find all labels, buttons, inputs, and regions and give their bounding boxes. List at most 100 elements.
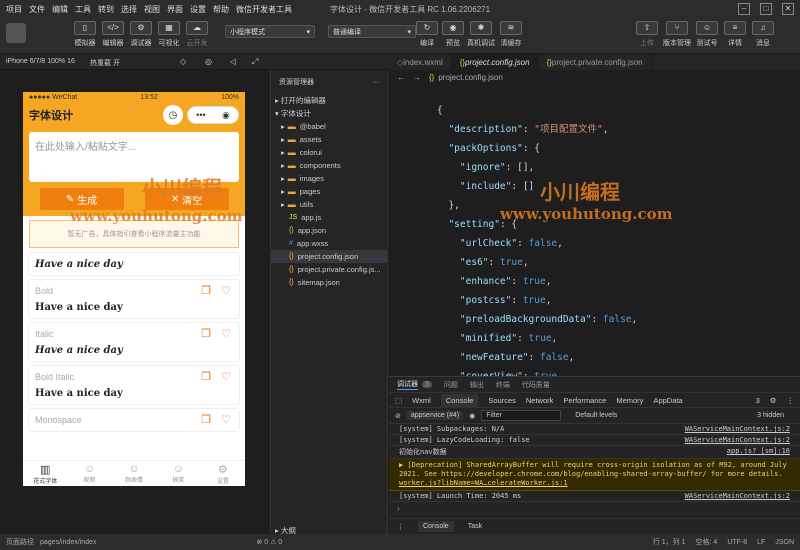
panel-tab[interactable]: Memory: [616, 396, 643, 405]
menu-item[interactable]: 编辑: [52, 4, 68, 15]
heart-icon[interactable]: ♡: [221, 413, 231, 426]
error-count[interactable]: ⊗ 0 ⚠ 0: [256, 538, 282, 546]
console-prompt[interactable]: ›: [389, 502, 800, 515]
panel-tab[interactable]: Wxml: [412, 396, 431, 405]
menu-item[interactable]: 微信开发者工具: [236, 4, 292, 15]
menu-item[interactable]: 界面: [167, 4, 183, 15]
devtools-tab[interactable]: 问题: [444, 380, 458, 390]
preview-button[interactable]: ◉ 预览: [440, 21, 466, 48]
drawer-menu-icon[interactable]: ⋮: [397, 523, 404, 531]
clear-cache-button[interactable]: ≋ 清缓存: [498, 21, 524, 48]
file-item[interactable]: {} project.config.json: [271, 250, 387, 263]
file-item[interactable]: ▸ ▬ @babel: [271, 120, 387, 133]
devtools-tab[interactable]: 代码质量: [522, 380, 550, 390]
visual-button[interactable]: ▦ 可视化: [156, 21, 182, 48]
tab-2[interactable]: ☺ 颜表情: [112, 461, 156, 486]
menu-item[interactable]: 视图: [144, 4, 160, 15]
panel-tab[interactable]: Performance: [563, 396, 606, 405]
levels-select[interactable]: Default levels: [575, 412, 617, 419]
menu-item[interactable]: 选择: [121, 4, 137, 15]
tab-4[interactable]: ⚙ 设置: [201, 461, 245, 486]
panel-tab[interactable]: Sources: [488, 396, 516, 405]
eye-icon[interactable]: ◉: [469, 412, 475, 420]
copy-icon[interactable]: ❐: [201, 370, 211, 383]
heart-icon[interactable]: ♡: [221, 327, 231, 340]
version-button[interactable]: ⑂ 版本管理: [663, 21, 691, 48]
detail-button[interactable]: ≡ 详情: [722, 21, 748, 48]
clear-console-icon[interactable]: ⊘: [395, 412, 401, 420]
file-item[interactable]: # app.wxss: [271, 237, 387, 250]
log-source-link[interactable]: app.js? [sm]:16: [727, 447, 790, 457]
menu-item[interactable]: 工具: [75, 4, 91, 15]
rotate-icon[interactable]: ◇: [180, 57, 186, 66]
file-item[interactable]: ▸ ▬ images: [271, 172, 387, 185]
cloud-button[interactable]: ☁ 云开发: [184, 21, 210, 48]
compile-button[interactable]: ↻ 编译: [414, 21, 440, 48]
tab-project-config-json[interactable]: {} project.config.json: [451, 55, 539, 70]
file-item[interactable]: {} sitemap.json: [271, 276, 387, 289]
simulator-button[interactable]: ▯ 模拟器: [72, 21, 98, 48]
file-item[interactable]: ▸ ▬ utils: [271, 198, 387, 211]
drawer-tab[interactable]: Task: [468, 523, 482, 530]
project-folder[interactable]: ▾ 字体设计: [271, 107, 387, 120]
devtools-tab[interactable]: 输出: [470, 380, 484, 390]
editor-button[interactable]: </> 编辑器: [100, 21, 126, 48]
copy-icon[interactable]: ❐: [201, 413, 211, 426]
more-icon[interactable]: ⋮: [787, 396, 795, 405]
debugger-button[interactable]: ⚙ 调试器: [128, 21, 154, 48]
minimize-icon[interactable]: –: [738, 3, 750, 15]
mode-select[interactable]: 小程序模式 ▾: [225, 25, 315, 38]
message-button[interactable]: ♫ 消息: [750, 21, 776, 48]
clock-icon[interactable]: ◷: [163, 105, 183, 125]
warning-source-link[interactable]: worker.js?libName=WA…celerateWorker.js:1: [399, 479, 568, 487]
devtools-tab[interactable]: 终端: [496, 380, 510, 390]
hotreload-toggle[interactable]: 热重载 开: [90, 58, 120, 68]
panel-tab[interactable]: AppData: [653, 396, 682, 405]
test-account-button[interactable]: ☺ 测试号: [694, 21, 720, 48]
upload-button[interactable]: ⇧ 上传: [634, 21, 660, 48]
menu-item[interactable]: 文件: [29, 4, 45, 15]
font-card[interactable]: Bold Italic ❐ ♡ Have a nice day: [28, 365, 240, 405]
file-item[interactable]: ▸ ▬ assets: [271, 133, 387, 146]
close-circle-icon[interactable]: ◉: [222, 110, 230, 121]
panel-tab[interactable]: Console: [440, 393, 479, 407]
menu-item[interactable]: 帮助: [213, 4, 229, 15]
heart-icon[interactable]: ♡: [221, 370, 231, 383]
copy-icon[interactable]: ❐: [201, 284, 211, 297]
menu-item[interactable]: 设置: [190, 4, 206, 15]
file-item[interactable]: {} project.private.config.js...: [271, 263, 387, 276]
tab-project-private-config-json[interactable]: {} project.private.config.json: [539, 55, 652, 70]
font-card[interactable]: Bold ❐ ♡ Have a nice day: [28, 279, 240, 319]
avatar[interactable]: [6, 23, 26, 43]
menu-item[interactable]: 项目: [6, 4, 22, 15]
font-card[interactable]: Monospace ❐ ♡: [28, 408, 240, 432]
tab-index-wxml[interactable]: ◇ index.wxml: [389, 55, 452, 70]
filter-input[interactable]: Filter: [481, 410, 562, 421]
expand-icon[interactable]: ⤢: [252, 57, 258, 67]
record-icon[interactable]: ◎: [205, 57, 212, 66]
compile-mode-select[interactable]: 普通编译 ▾: [328, 25, 416, 38]
menu-item[interactable]: 转到: [98, 4, 114, 15]
font-card[interactable]: Italic ❐ ♡ Have a nice day: [28, 322, 240, 362]
inspect-icon[interactable]: ⬚: [395, 396, 402, 405]
context-select[interactable]: appservice (#4): [406, 411, 464, 420]
drawer-tab[interactable]: Console: [418, 521, 454, 532]
device-select[interactable]: iPhone 6/7/8 100% 16: [6, 58, 75, 65]
log-source-link[interactable]: WAServiceMainContext.js:2: [685, 436, 790, 444]
file-item[interactable]: {} app.json: [271, 224, 387, 237]
font-card[interactable]: Have a nice day: [28, 252, 240, 276]
file-item[interactable]: JS app.js: [271, 211, 387, 224]
copy-icon[interactable]: ❐: [201, 327, 211, 340]
more-icon[interactable]: ···: [372, 79, 379, 86]
more-icon[interactable]: •••: [196, 110, 205, 120]
open-editors-section[interactable]: ▸ 打开的编辑器: [271, 94, 387, 107]
capsule-button[interactable]: ••• ◉: [187, 106, 239, 124]
tab-1[interactable]: ☺ 昵称: [67, 461, 111, 486]
audio-icon[interactable]: ◁: [230, 57, 236, 66]
log-source-link[interactable]: WAServiceMainContext.js:2: [685, 425, 790, 433]
maximize-icon[interactable]: □: [760, 3, 772, 15]
code-content[interactable]: { "description": "项目配置文件", "packOptions"…: [437, 101, 637, 386]
close-icon[interactable]: ✕: [782, 3, 794, 15]
devtools-tab[interactable]: 调试器: [397, 379, 418, 390]
tab-0[interactable]: ▥ 花式字体: [23, 461, 67, 486]
